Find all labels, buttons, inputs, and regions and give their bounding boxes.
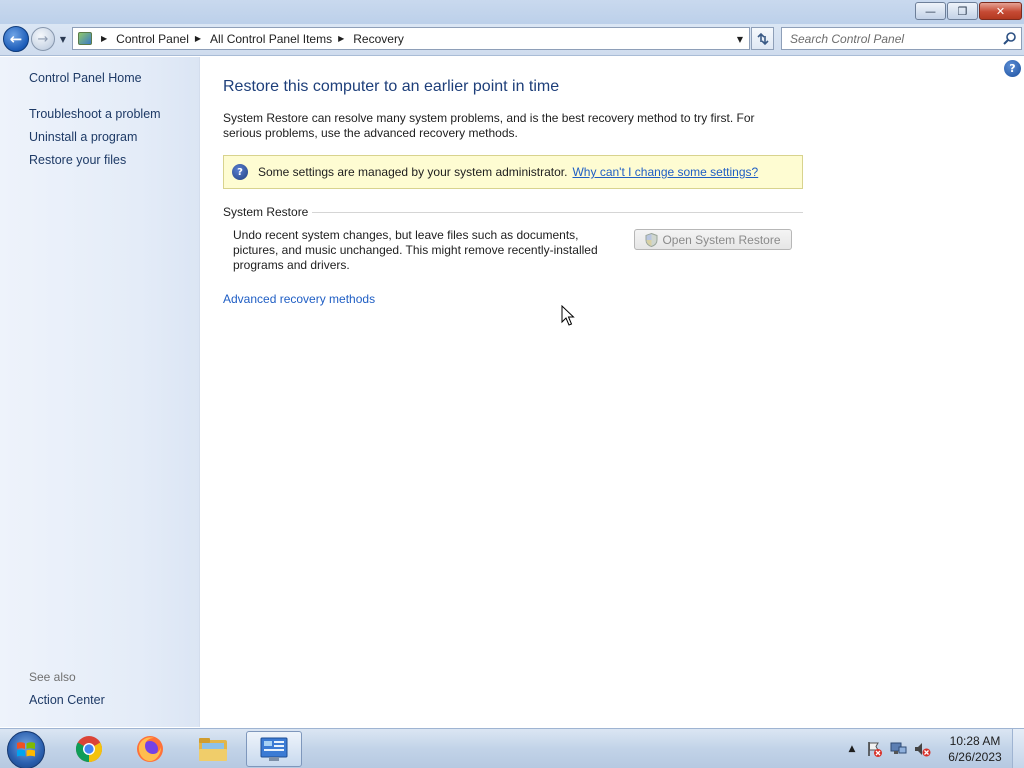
- forward-button[interactable]: →: [31, 27, 55, 51]
- admin-info-bar: ? Some settings are managed by your syst…: [223, 155, 803, 189]
- system-restore-section-header: System Restore: [223, 204, 803, 220]
- question-shield-icon: ?: [232, 164, 248, 180]
- sidebar-item-action-center[interactable]: Action Center: [29, 693, 105, 707]
- taskbar-control-panel[interactable]: [246, 731, 302, 767]
- info-bar-text: Some settings are managed by your system…: [258, 165, 568, 179]
- refresh-button[interactable]: [751, 27, 774, 50]
- action-center-flag-icon[interactable]: [865, 740, 883, 758]
- refresh-icon: [756, 32, 769, 45]
- taskbar-file-explorer[interactable]: [185, 731, 241, 767]
- taskbar-clock[interactable]: 10:28 AM 6/26/2023: [940, 733, 1010, 765]
- restore-button[interactable]: ❐: [947, 2, 978, 20]
- advanced-recovery-methods-link[interactable]: Advanced recovery methods: [223, 292, 375, 306]
- clock-time: 10:28 AM: [949, 734, 1001, 748]
- minimize-button[interactable]: —: [915, 2, 946, 20]
- chrome-icon: [75, 736, 103, 763]
- start-button[interactable]: [7, 731, 45, 768]
- breadcrumb-chevron-icon[interactable]: ▶: [101, 34, 107, 43]
- window-titlebar: — ❐ ✕: [0, 0, 1024, 24]
- search-icon[interactable]: [1002, 31, 1017, 46]
- taskbar-firefox[interactable]: [122, 731, 178, 767]
- search-box[interactable]: [781, 27, 1022, 50]
- section-title: System Restore: [223, 205, 309, 219]
- back-button[interactable]: ←: [3, 26, 29, 52]
- help-icon[interactable]: ?: [1004, 60, 1021, 77]
- address-history-dropdown-icon[interactable]: ▼: [734, 32, 746, 46]
- breadcrumb-chevron-icon[interactable]: ▶: [338, 34, 344, 43]
- open-system-restore-label: Open System Restore: [662, 232, 781, 247]
- recent-pages-dropdown-icon[interactable]: ▼: [57, 33, 69, 45]
- breadcrumb-chevron-icon[interactable]: ▶: [195, 34, 201, 43]
- clock-date: 6/26/2023: [948, 750, 1002, 764]
- search-input[interactable]: [782, 28, 997, 49]
- tasks-pane: Control Panel Home Troubleshoot a proble…: [0, 57, 200, 727]
- taskbar: ▲ 10:28 AM 6/26/2023: [0, 728, 1024, 768]
- content-pane: ? Restore this computer to an earlier po…: [201, 57, 1024, 727]
- intro-text: System Restore can resolve many system p…: [223, 111, 755, 140]
- sidebar-item-uninstall[interactable]: Uninstall a program: [29, 130, 137, 144]
- breadcrumb-control-panel[interactable]: Control Panel: [116, 32, 189, 46]
- firefox-icon: [137, 736, 163, 762]
- why-cant-i-change-link[interactable]: Why can't I change some settings?: [572, 165, 758, 179]
- sidebar-item-restore-files[interactable]: Restore your files: [29, 153, 126, 167]
- window-controls: — ❐ ✕: [914, 2, 1022, 20]
- sidebar-item-troubleshoot[interactable]: Troubleshoot a problem: [29, 107, 161, 121]
- system-restore-description: Undo recent system changes, but leave fi…: [233, 228, 598, 272]
- uac-shield-icon: [645, 232, 658, 247]
- control-panel-icon: [260, 737, 288, 761]
- taskbar-chrome[interactable]: [61, 731, 117, 767]
- section-divider: [312, 211, 803, 213]
- sidebar-item-control-panel-home[interactable]: Control Panel Home: [29, 71, 142, 85]
- navigation-toolbar: ← → ▼ ▶ Control Panel ▶ All Control Pane…: [0, 24, 1024, 56]
- show-desktop-button[interactable]: [1012, 729, 1024, 768]
- breadcrumb-all-items[interactable]: All Control Panel Items: [210, 32, 332, 46]
- open-system-restore-button[interactable]: Open System Restore: [634, 229, 792, 250]
- show-hidden-icons-icon[interactable]: ▲: [845, 742, 859, 756]
- folder-icon: [199, 738, 227, 761]
- breadcrumb-recovery[interactable]: Recovery: [353, 32, 404, 46]
- close-button[interactable]: ✕: [979, 2, 1022, 20]
- address-bar[interactable]: ▶ Control Panel ▶ All Control Panel Item…: [72, 27, 750, 50]
- mouse-pointer-icon: [561, 305, 575, 326]
- page-title: Restore this computer to an earlier poin…: [223, 78, 560, 95]
- volume-muted-icon[interactable]: [913, 740, 931, 758]
- see-also-heading: See also: [29, 670, 76, 684]
- control-panel-icon: [75, 28, 95, 49]
- windows-logo-icon: [17, 742, 35, 757]
- network-icon[interactable]: [889, 740, 907, 758]
